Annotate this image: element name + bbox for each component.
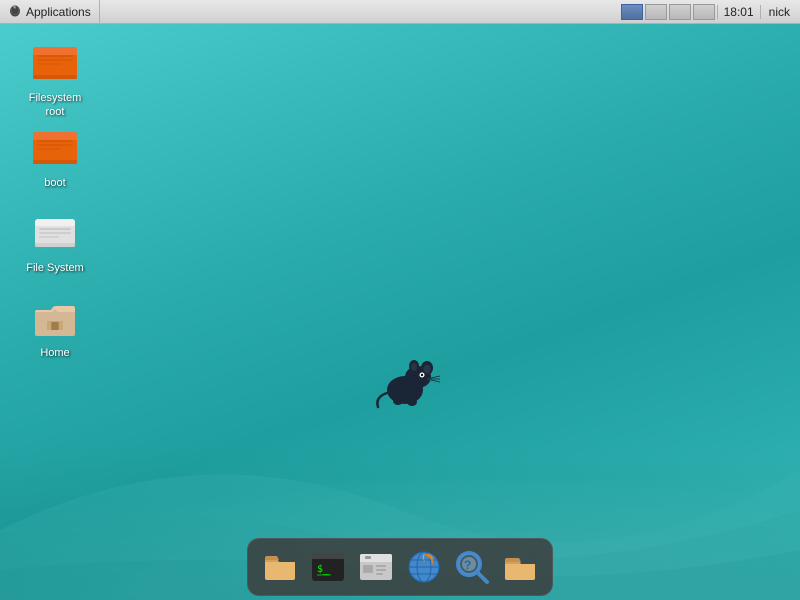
taskbar-right: 18:01 nick <box>621 4 800 20</box>
applications-menu[interactable]: Applications <box>0 0 100 23</box>
taskbar: Applications 18:01 nick <box>0 0 800 24</box>
dock: $_ <box>247 538 553 596</box>
dock-files-button[interactable] <box>258 545 302 589</box>
dock-filemanager-button[interactable] <box>354 545 398 589</box>
workspace-1-button[interactable] <box>621 4 643 20</box>
svg-text:?: ? <box>464 558 471 572</box>
file-system-label: File System <box>26 261 83 275</box>
boot-label: boot <box>44 176 65 190</box>
dock-search-button[interactable]: ? <box>450 545 494 589</box>
svg-text:$_: $_ <box>317 564 330 575</box>
boot-icon <box>31 124 79 172</box>
clock: 18:01 <box>717 5 761 19</box>
icon-boot[interactable]: boot <box>15 120 95 194</box>
filesystem-root-label: Filesystemroot <box>29 91 82 120</box>
home-icon <box>31 294 79 342</box>
dock-folder-button[interactable] <box>498 545 542 589</box>
icon-filesystem-root[interactable]: Filesystemroot <box>15 35 95 124</box>
workspace-2-button[interactable] <box>645 4 667 20</box>
workspace-3-button[interactable] <box>669 4 691 20</box>
desktop: Applications 18:01 nick Filesystemr <box>0 0 800 600</box>
applications-label: Applications <box>26 5 91 19</box>
file-system-icon <box>31 209 79 257</box>
mouse-icon <box>8 3 22 20</box>
dock-terminal-button[interactable]: $_ <box>306 545 350 589</box>
icon-file-system[interactable]: File System <box>15 205 95 279</box>
xfce-mascot <box>370 355 440 410</box>
filesystem-root-icon <box>31 39 79 87</box>
username: nick <box>763 5 796 19</box>
workspace-4-button[interactable] <box>693 4 715 20</box>
dock-browser-button[interactable] <box>402 545 446 589</box>
